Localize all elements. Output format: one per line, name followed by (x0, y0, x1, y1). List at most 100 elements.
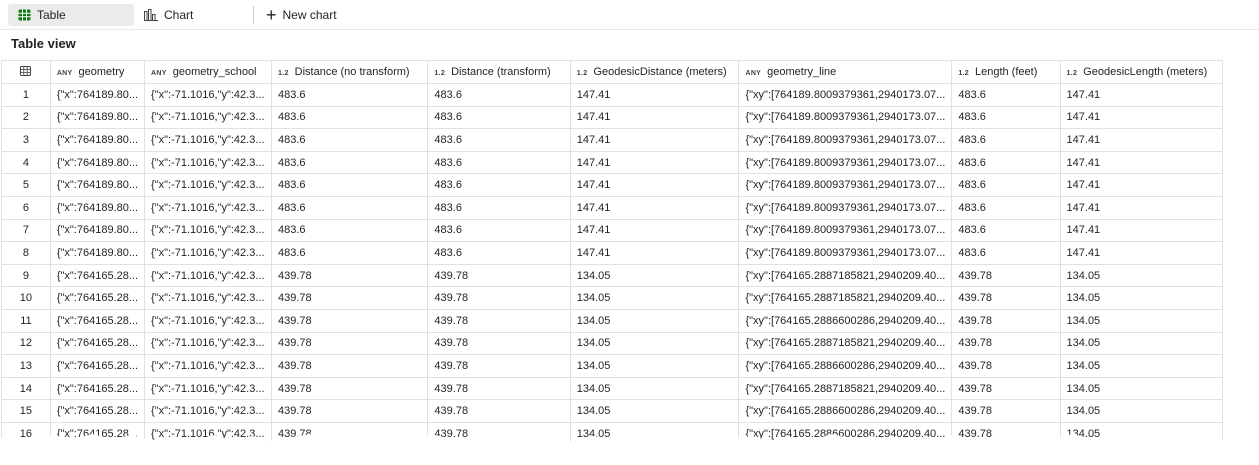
table-cell[interactable]: 134.05 (569, 354, 740, 378)
table-cell[interactable]: {"x":-71.1016,"y":42.3... (144, 105, 273, 130)
table-cell[interactable]: 439.78 (951, 399, 1061, 423)
column-header[interactable]: ANY geometry_school (144, 60, 273, 84)
table-cell[interactable]: {"x":764165.28... (49, 308, 146, 333)
table-cell[interactable]: 439.78 (951, 331, 1061, 356)
table-row[interactable]: 6 {"x":764189.80... {"x":-71.1016,"y":42.3… (1, 195, 1259, 220)
column-header[interactable]: 1.2 Distance (transform) (427, 60, 571, 84)
table-cell[interactable]: 439.78 (427, 399, 571, 423)
table-cell[interactable]: {"xy":[764189.8009379361,2940173.07... (738, 105, 953, 130)
table-cell[interactable]: {"xy":[764189.8009379361,2940173.07... (738, 173, 953, 197)
table-cell[interactable]: {"x":-71.1016,"y":42.3... (144, 331, 273, 356)
table-cell[interactable]: {"x":764165.28... (49, 263, 146, 288)
table-cell[interactable]: 483.6 (951, 218, 1061, 243)
table-cell[interactable]: 483.6 (951, 105, 1061, 130)
column-header[interactable]: ANY geometry (49, 60, 146, 84)
table-cell[interactable]: 439.78 (951, 286, 1061, 310)
table-cell[interactable]: 483.6 (951, 150, 1061, 175)
column-header[interactable]: 1.2 GeodesicDistance (meters) (569, 60, 740, 84)
table-cell[interactable]: 147.41 (569, 173, 740, 197)
tab-table[interactable]: Table (8, 3, 134, 26)
table-cell[interactable]: 134.05 (1059, 263, 1224, 288)
table-cell[interactable]: 134.05 (1059, 354, 1224, 378)
table-cell[interactable]: 147.41 (569, 150, 740, 175)
table-cell[interactable]: {"x":-71.1016,"y":42.3... (144, 173, 273, 197)
table-cell[interactable]: 483.6 (427, 173, 571, 197)
select-all-cell[interactable] (1, 60, 51, 84)
table-row[interactable]: 4 {"x":764189.80... {"x":-71.1016,"y":42.3… (1, 150, 1259, 175)
table-cell[interactable]: 134.05 (569, 286, 740, 310)
table-row[interactable]: 7 {"x":764189.80... {"x":-71.1016,"y":42.3… (1, 218, 1259, 243)
table-cell[interactable]: 439.78 (427, 354, 571, 378)
table-cell[interactable]: 483.6 (951, 173, 1061, 197)
table-cell[interactable]: {"x":-71.1016,"y":42.3... (144, 286, 273, 310)
tab-chart[interactable]: Chart (134, 4, 249, 26)
table-cell[interactable]: {"xy":[764189.8009379361,2940173.07... (738, 195, 953, 220)
new-chart-button[interactable]: + New chart (260, 6, 343, 24)
table-row[interactable]: 2 {"x":764189.80... {"x":-71.1016,"y":42.3… (1, 105, 1259, 130)
table-cell[interactable]: {"x":764189.80... (49, 105, 146, 130)
table-cell[interactable]: 439.78 (951, 376, 1061, 401)
table-cell[interactable]: 134.05 (1059, 308, 1224, 333)
table-cell[interactable]: 483.6 (427, 241, 571, 265)
column-header[interactable]: 1.2 Length (feet) (951, 60, 1061, 84)
table-cell[interactable]: 439.78 (427, 286, 571, 310)
table-cell[interactable]: 439.78 (271, 376, 429, 401)
table-cell[interactable]: {"xy":[764165.2887185821,2940209.40... (738, 331, 953, 356)
table-cell[interactable]: 483.6 (271, 128, 429, 152)
table-cell[interactable]: 483.6 (951, 128, 1061, 152)
table-cell[interactable]: 147.41 (1059, 218, 1224, 243)
table-row[interactable]: 12 {"x":764165.28... {"x":-71.1016,"y":42.… (1, 331, 1259, 356)
table-cell[interactable]: {"xy":[764189.8009379361,2940173.07... (738, 83, 953, 107)
table-row[interactable]: 8 {"x":764189.80... {"x":-71.1016,"y":42.3… (1, 241, 1259, 265)
table-cell[interactable]: 483.6 (271, 241, 429, 265)
table-cell[interactable]: 439.78 (271, 263, 429, 288)
table-cell[interactable]: 439.78 (271, 354, 429, 378)
table-cell[interactable]: 147.41 (569, 83, 740, 107)
table-cell[interactable]: {"x":-71.1016,"y":42.3... (144, 399, 273, 423)
table-cell[interactable]: 147.41 (569, 105, 740, 130)
table-cell[interactable]: 134.05 (569, 263, 740, 288)
table-cell[interactable]: {"xy":[764165.2886600286,2940209.40... (738, 354, 953, 378)
table-row[interactable]: 9 {"x":764165.28... {"x":-71.1016,"y":42.3… (1, 263, 1259, 288)
table-cell[interactable]: 134.05 (569, 399, 740, 423)
table-cell[interactable]: {"x":-71.1016,"y":42.3... (144, 263, 273, 288)
table-cell[interactable]: 439.78 (951, 308, 1061, 333)
table-cell[interactable]: 483.6 (271, 105, 429, 130)
table-cell[interactable]: 147.41 (569, 128, 740, 152)
table-cell[interactable]: 483.6 (951, 83, 1061, 107)
table-cell[interactable]: {"x":764165.28... (49, 376, 146, 401)
table-cell[interactable]: 483.6 (427, 83, 571, 107)
table-row[interactable]: 5 {"x":764189.80... {"x":-71.1016,"y":42.3… (1, 173, 1259, 197)
table-cell[interactable]: 483.6 (271, 83, 429, 107)
table-cell[interactable]: 439.78 (271, 308, 429, 333)
table-cell[interactable]: {"x":764189.80... (49, 241, 146, 265)
table-cell[interactable]: 147.41 (1059, 241, 1224, 265)
table-cell[interactable]: {"x":764165.28... (49, 286, 146, 310)
table-cell[interactable]: 483.6 (951, 195, 1061, 220)
table-cell[interactable]: 147.41 (1059, 195, 1224, 220)
table-cell[interactable]: 147.41 (1059, 83, 1224, 107)
table-cell[interactable]: {"x":764165.28... (49, 354, 146, 378)
table-cell[interactable]: 439.78 (951, 354, 1061, 378)
table-cell[interactable]: 134.05 (569, 376, 740, 401)
table-row[interactable]: 15 {"x":764165.28... {"x":-71.1016,"y":42.… (1, 399, 1259, 423)
table-cell[interactable]: {"xy":[764189.8009379361,2940173.07... (738, 150, 953, 175)
table-cell[interactable]: 439.78 (427, 308, 571, 333)
table-cell[interactable]: 439.78 (427, 263, 571, 288)
table-cell[interactable]: {"xy":[764165.2887185821,2940209.40... (738, 376, 953, 401)
column-header[interactable]: 1.2 Distance (no transform) (271, 60, 429, 84)
table-cell[interactable]: {"x":-71.1016,"y":42.3... (144, 376, 273, 401)
table-cell[interactable]: {"x":-71.1016,"y":42.3... (144, 195, 273, 220)
table-row[interactable]: 3 {"x":764189.80... {"x":-71.1016,"y":42.3… (1, 128, 1259, 152)
table-cell[interactable]: {"xy":[764189.8009379361,2940173.07... (738, 218, 953, 243)
table-row[interactable]: 10 {"x":764165.28... {"x":-71.1016,"y":42.… (1, 286, 1259, 310)
table-cell[interactable]: {"x":764189.80... (49, 173, 146, 197)
table-cell[interactable]: 147.41 (569, 218, 740, 243)
table-cell[interactable]: 147.41 (1059, 150, 1224, 175)
table-row[interactable]: 14 {"x":764165.28... {"x":-71.1016,"y":42.… (1, 376, 1259, 401)
table-cell[interactable]: 134.05 (1059, 376, 1224, 401)
table-row[interactable]: 11 {"x":764165.28... {"x":-71.1016,"y":42.… (1, 308, 1259, 333)
table-cell[interactable]: 439.78 (271, 331, 429, 356)
table-cell[interactable]: {"x":-71.1016,"y":42.3... (144, 308, 273, 333)
table-cell[interactable]: 483.6 (427, 128, 571, 152)
